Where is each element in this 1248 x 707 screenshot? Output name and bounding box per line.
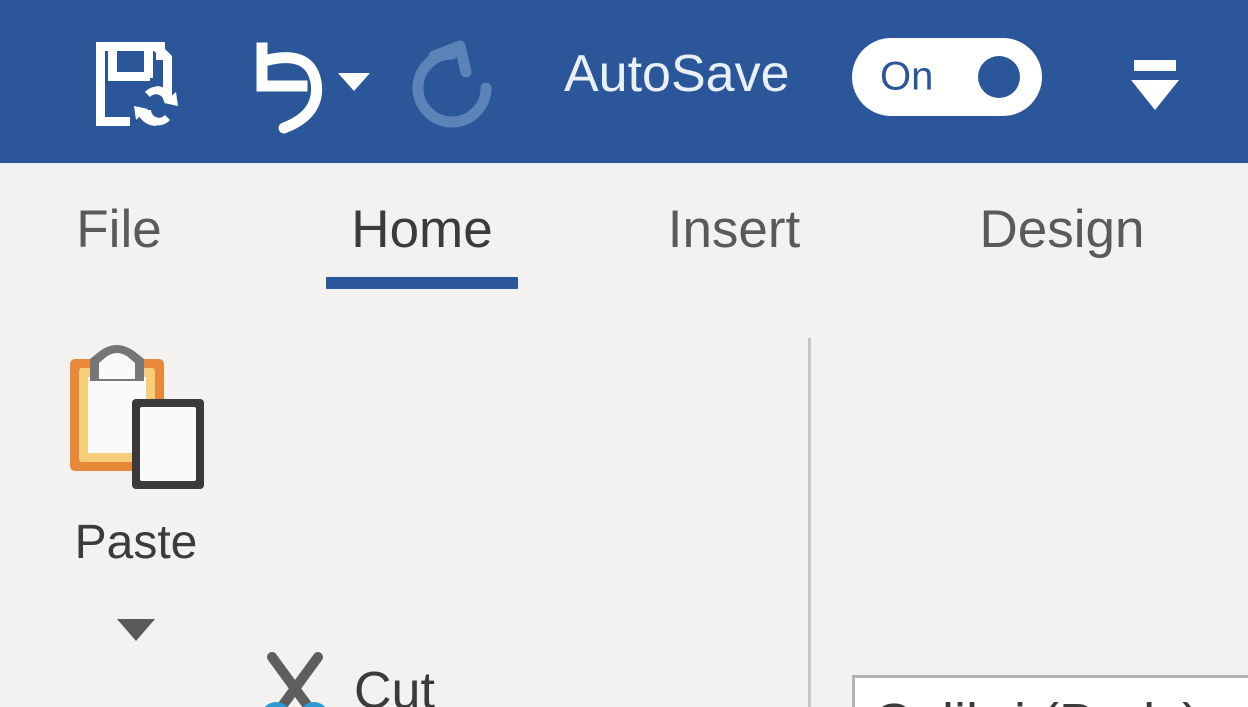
redo-arrow-icon <box>412 40 492 128</box>
ribbon-collapse-icon <box>1131 60 1179 110</box>
undo-button[interactable] <box>232 34 328 134</box>
tab-design-label: Design <box>979 200 1145 259</box>
tab-file-label: File <box>76 200 162 259</box>
redo-button[interactable] <box>400 34 504 134</box>
tab-home-label: Home <box>351 200 493 259</box>
paste-clipboard-icon <box>62 341 210 497</box>
font-name-value: Calibri (Body) <box>873 696 1200 707</box>
ribbon-display-options-button[interactable] <box>1122 46 1188 122</box>
ribbon-tab-strip: File Home Insert Design <box>0 163 1248 303</box>
cut-button-label: Cut <box>354 662 435 707</box>
group-divider <box>808 338 811 707</box>
font-name-input[interactable]: Calibri (Body) <box>852 675 1248 707</box>
paste-button[interactable]: Paste <box>48 333 224 707</box>
autosave-toggle-knob <box>978 56 1020 98</box>
caret-down-icon <box>338 73 370 91</box>
undo-dropdown-button[interactable] <box>334 58 374 104</box>
autosave-label: AutoSave <box>564 45 790 103</box>
tab-file[interactable]: File <box>36 163 202 303</box>
ribbon-body: Paste Cut <box>0 303 1248 707</box>
caret-down-icon <box>117 619 155 641</box>
cut-button[interactable]: Cut <box>248 647 435 707</box>
word-ribbon-screenshot: AutoSave On File Home Insert Design Past… <box>0 0 1248 707</box>
save-button[interactable] <box>88 36 180 132</box>
tab-design[interactable]: Design <box>938 163 1186 303</box>
paste-button-label: Paste <box>74 516 198 569</box>
tab-home[interactable]: Home <box>316 163 528 303</box>
autosave-state-label: On <box>880 54 934 99</box>
tab-insert[interactable]: Insert <box>636 163 832 303</box>
undo-arrow-icon <box>256 42 323 134</box>
active-tab-indicator <box>326 277 518 289</box>
save-sync-icon <box>96 42 178 126</box>
tab-insert-label: Insert <box>667 200 801 259</box>
paste-dropdown-button[interactable] <box>114 615 158 655</box>
scissors-icon <box>248 647 342 707</box>
title-bar: AutoSave On <box>0 0 1248 163</box>
autosave-toggle[interactable]: On <box>852 38 1042 116</box>
